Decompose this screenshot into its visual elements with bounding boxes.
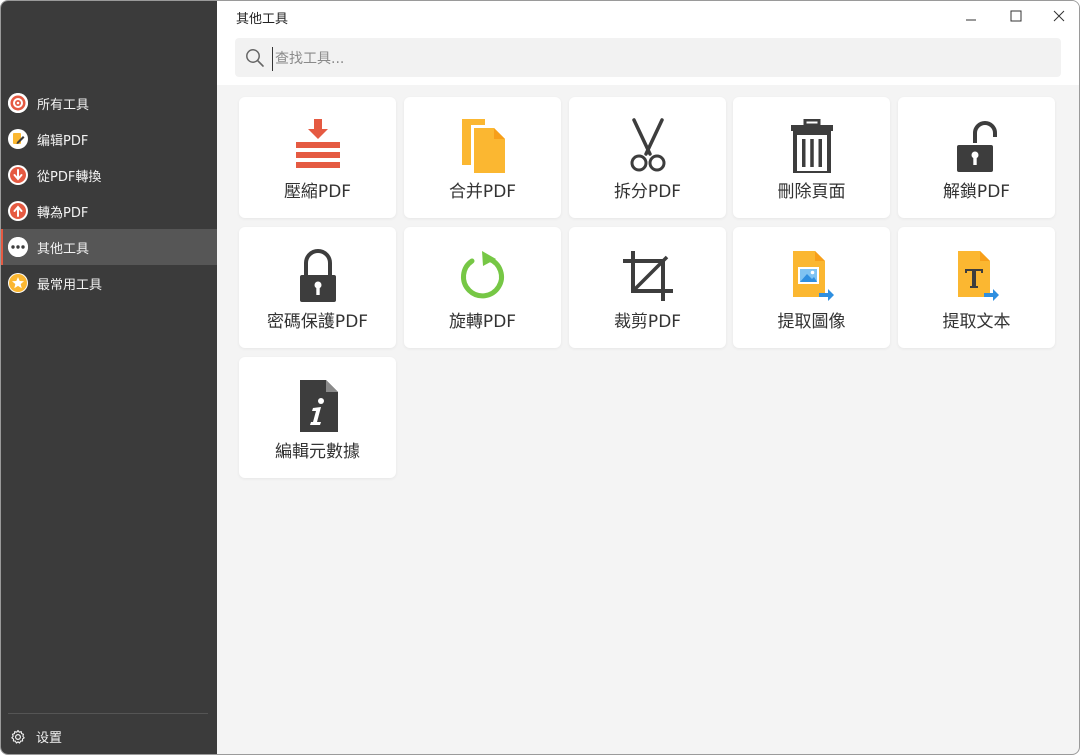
tool-extract-text[interactable]: 提取文本 [898,227,1055,348]
sidebar-item-label: 最常用工具 [37,277,103,293]
page-title: 其他工具 [236,12,289,27]
extract-text-icon [947,247,1007,305]
rotate-icon [453,247,513,305]
lock-icon [288,247,348,305]
unlock-icon [947,117,1007,175]
close-button[interactable] [1044,5,1074,27]
sidebar-item-edit-pdf[interactable]: 编辑PDF [1,121,217,157]
edit-pdf-icon [8,129,28,149]
tool-label: 編輯元數據 [275,442,360,462]
tool-label: 旋轉PDF [448,312,517,332]
convert-to-pdf-icon [8,201,28,221]
tool-label: 解鎖PDF [942,182,1011,202]
tool-grid-area: 壓縮PDF 合并PDF 拆分PDF 刪除頁面 解鎖PDF 密碼保護PDF 旋轉P… [217,85,1079,754]
scissors-icon [618,117,678,175]
tool-label: 密碼保護PDF [266,312,369,332]
maximize-button[interactable] [1001,5,1031,27]
trash-icon [782,117,842,175]
tool-compress-pdf[interactable]: 壓縮PDF [239,97,396,218]
tool-crop-pdf[interactable]: 裁剪PDF [569,227,726,348]
tool-label: 拆分PDF [613,182,682,202]
settings-label: 设置 [36,731,63,746]
sidebar-item-label: 從PDF轉換 [37,169,102,185]
tool-merge-pdf[interactable]: 合并PDF [404,97,561,218]
search-input[interactable] [272,47,1047,71]
sidebar-divider [8,713,208,714]
sidebar-item-convert-to-pdf[interactable]: 轉為PDF [1,193,217,229]
tool-label: 提取文本 [942,312,1011,332]
tool-extract-images[interactable]: 提取圖像 [733,227,890,348]
tool-label: 合并PDF [448,182,517,202]
all-tools-icon [8,93,28,113]
metadata-icon [288,377,348,435]
tool-label: 裁剪PDF [613,312,682,332]
crop-icon [618,247,678,305]
sidebar-nav: 所有工具 编辑PDF 從PDF轉換 轉為PDF 其他工具 最常用工具 [1,85,217,301]
tool-password-protect-pdf[interactable]: 密碼保護PDF [239,227,396,348]
maximize-icon [1010,10,1022,22]
star-icon [8,273,28,293]
sidebar-item-all-tools[interactable]: 所有工具 [1,85,217,121]
sidebar: 所有工具 编辑PDF 從PDF轉換 轉為PDF 其他工具 最常用工具 设置 [1,1,217,754]
tool-label: 壓縮PDF [283,182,352,202]
settings-button[interactable]: 设置 [10,727,62,746]
tool-split-pdf[interactable]: 拆分PDF [569,97,726,218]
search-box [235,38,1061,77]
sidebar-item-most-used[interactable]: 最常用工具 [1,265,217,301]
compress-icon [288,117,348,175]
sidebar-item-label: 其他工具 [37,241,90,257]
minimize-icon [966,19,976,21]
header: 其他工具 [217,1,1079,85]
extract-image-icon [782,247,842,305]
convert-from-pdf-icon [8,165,28,185]
more-tools-icon [8,237,28,257]
sidebar-item-convert-from-pdf[interactable]: 從PDF轉換 [1,157,217,193]
sidebar-item-label: 编辑PDF [37,133,89,149]
sidebar-item-label: 所有工具 [37,97,90,113]
close-icon [1053,10,1065,22]
tool-delete-pages[interactable]: 刪除頁面 [733,97,890,218]
sidebar-item-more-tools[interactable]: 其他工具 [1,229,217,265]
tool-label: 刪除頁面 [777,182,846,202]
tool-edit-metadata[interactable]: 編輯元數據 [239,357,396,478]
tool-rotate-pdf[interactable]: 旋轉PDF [404,227,561,348]
sidebar-item-label: 轉為PDF [37,205,89,221]
gear-icon [11,729,25,744]
tool-unlock-pdf[interactable]: 解鎖PDF [898,97,1055,218]
minimize-button[interactable] [956,5,986,27]
search-icon [246,49,264,67]
app-window: 所有工具 编辑PDF 從PDF轉換 轉為PDF 其他工具 最常用工具 设置 其他… [0,0,1080,755]
tool-label: 提取圖像 [777,312,846,332]
merge-icon [453,117,513,175]
